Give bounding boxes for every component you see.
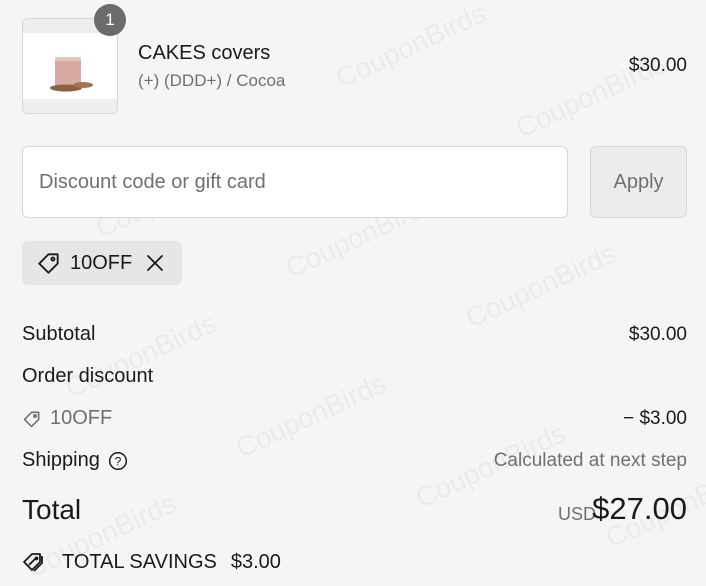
help-icon[interactable]: ? bbox=[108, 451, 128, 471]
discount-code-row: 10OFF bbox=[22, 407, 112, 430]
discount-code-label: 10OFF bbox=[50, 407, 113, 429]
total-savings-label: TOTAL SAVINGS bbox=[62, 550, 217, 573]
tag-icon bbox=[22, 409, 42, 429]
total-savings-value: $3.00 bbox=[230, 550, 281, 573]
discount-code-input[interactable] bbox=[22, 146, 568, 218]
order-discount-label: Order discount bbox=[22, 365, 154, 387]
shipping-value: Calculated at next step bbox=[493, 450, 687, 471]
subtotal-label: Subtotal bbox=[22, 323, 96, 345]
quantity-badge: 1 bbox=[94, 4, 126, 36]
subtotal-value: $30.00 bbox=[628, 324, 687, 345]
watermark: CouponBirds bbox=[231, 367, 391, 464]
svg-text:?: ? bbox=[115, 454, 122, 468]
product-title: CAKES covers bbox=[138, 42, 271, 64]
product-variant: (+) (DDD+) / Cocoa bbox=[138, 71, 286, 90]
total-label: Total bbox=[22, 494, 82, 525]
applied-discount-code: 10OFF bbox=[70, 251, 133, 274]
watermark: CouponBirds bbox=[331, 0, 491, 95]
discount-value: − $3.00 bbox=[623, 408, 687, 429]
total-savings: TOTAL SAVINGS $3.00 bbox=[22, 550, 281, 574]
applied-discount-chip: 10OFF bbox=[22, 241, 182, 285]
watermark: CouponBirds bbox=[61, 307, 221, 404]
currency-code: USD bbox=[557, 504, 596, 524]
product-price: $30.00 bbox=[628, 55, 687, 76]
tag-icon bbox=[36, 250, 62, 276]
apply-button[interactable]: Apply bbox=[590, 146, 687, 218]
total-value: $27.00 bbox=[592, 491, 687, 526]
shipping-label: Shipping bbox=[22, 449, 100, 471]
watermark: CouponBirds bbox=[461, 237, 621, 334]
close-icon[interactable] bbox=[146, 254, 164, 272]
product-thumbnail: 1 bbox=[22, 4, 126, 114]
shipping-row: Shipping ? bbox=[22, 449, 128, 472]
savings-tag-icon bbox=[22, 550, 48, 574]
